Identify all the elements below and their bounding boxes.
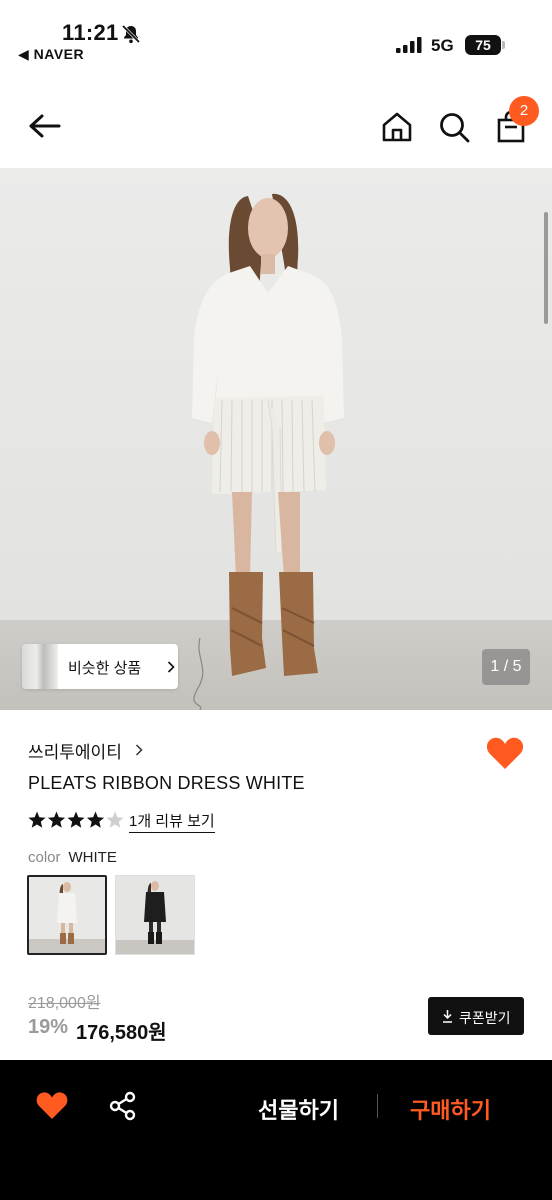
star-filled-icon <box>47 811 66 828</box>
discount-rate: 19% <box>28 1016 69 1038</box>
buy-button[interactable]: 구매하기 <box>410 1093 491 1125</box>
review-link[interactable]: 1개 리뷰 보기 <box>129 810 215 833</box>
battery-level: 75 <box>465 35 501 55</box>
star-filled-icon <box>67 811 85 828</box>
share-icon[interactable] <box>108 1091 138 1121</box>
sale-price: 176,580원 <box>76 1022 167 1044</box>
similar-products-thumbnail <box>22 644 58 689</box>
brand-link[interactable]: 쓰리투에이티 <box>28 738 122 763</box>
battery-icon: 75 <box>465 35 505 55</box>
similar-products-button[interactable]: 비슷한 상품 <box>22 644 178 689</box>
top-navigation: 2 <box>0 90 552 168</box>
gift-button[interactable]: 선물하기 <box>258 1093 339 1125</box>
star-filled-icon <box>86 811 105 828</box>
bottom-action-bar: 선물하기 구매하기 <box>0 1060 552 1200</box>
image-pager: 1 / 5 <box>482 649 530 685</box>
status-time: 11:21 <box>62 20 119 45</box>
color-swatch-black[interactable] <box>115 875 195 955</box>
similar-products-label: 비슷한 상품 <box>68 660 142 677</box>
signal-icon <box>396 37 422 53</box>
color-swatch-white[interactable] <box>27 875 107 955</box>
color-key: color <box>28 849 61 866</box>
heart-icon[interactable] <box>36 1091 68 1120</box>
scrollbar[interactable] <box>544 212 548 324</box>
chevron-right-icon <box>135 744 143 756</box>
original-price: 218,000원 <box>28 995 101 1012</box>
network-type: 5G <box>431 36 454 55</box>
back-to-app-link[interactable]: ◀ NAVER <box>18 46 84 63</box>
back-arrow-icon[interactable] <box>26 110 62 142</box>
swatch-black-photo <box>116 876 194 954</box>
cart-count-badge: 2 <box>509 96 539 126</box>
divider <box>377 1094 378 1118</box>
product-name: PLEATS RIBBON DRESS WHITE <box>28 773 305 793</box>
silent-bell-icon <box>121 24 141 44</box>
product-image-gallery[interactable]: 비슷한 상품 1 / 5 <box>0 168 552 710</box>
star-empty-icon <box>106 811 124 828</box>
coupon-label: 쿠폰받기 <box>459 1010 511 1026</box>
status-bar: 11:21 ◀ NAVER 5G 75 <box>0 0 552 70</box>
star-filled-icon <box>28 811 46 828</box>
chevron-right-icon <box>167 661 175 673</box>
home-icon[interactable] <box>380 110 414 144</box>
color-label-row: color WHITE <box>28 849 117 866</box>
coupon-download-button[interactable]: 쿠폰받기 <box>428 997 524 1035</box>
search-icon[interactable] <box>437 110 471 144</box>
wishlist-heart-icon[interactable] <box>486 736 524 770</box>
rating-stars <box>28 811 124 828</box>
swatch-white-photo <box>29 877 105 953</box>
download-icon <box>443 1010 452 1023</box>
color-value: WHITE <box>68 849 117 866</box>
product-photo <box>0 168 552 710</box>
